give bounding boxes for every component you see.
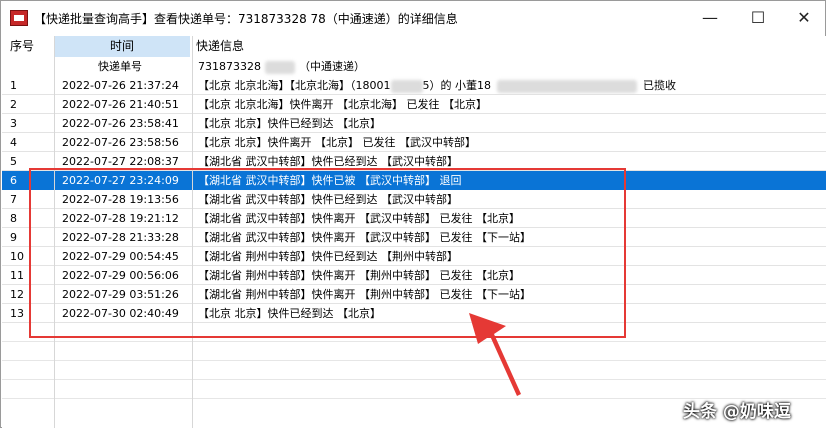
row-time: 2022-07-28 19:21:12	[62, 212, 179, 225]
row-info: 【湖北省 荆州中转部】快件离开 【荆州中转部】 已发往 【北京】	[198, 269, 520, 282]
row-number: 4	[10, 136, 17, 149]
redacted-mark	[390, 79, 423, 93]
row-info-part: 5）的 小董18	[422, 79, 492, 92]
column-divider	[192, 36, 193, 428]
row-time: 2022-07-29 03:51:26	[62, 288, 179, 301]
table-row[interactable]: 9 2022-07-28 21:33:28 【湖北省 武汉中转部】快件离开 【武汉中…	[2, 228, 826, 247]
row-number: 8	[10, 212, 17, 225]
row-info: 【北京 北京】快件离开 【北京】 已发往 【武汉中转部】	[198, 136, 476, 149]
table-row[interactable]: 13 2022-07-30 02:40:49 【北京 北京】快件已经到达 【北京】	[2, 304, 826, 323]
tracking-table[interactable]: 序号 时间 快递信息 快递单号 731873328 （中通速递） 1 2022-07…	[2, 36, 826, 428]
row-time: 2022-07-26 23:58:56	[62, 136, 179, 149]
row-info: 【湖北省 荆州中转部】快件已经到达 【荆州中转部】	[198, 250, 458, 263]
row-number: 3	[10, 117, 17, 130]
row-time: 2022-07-27 22:08:37	[62, 155, 179, 168]
row-time: 2022-07-28 19:13:56	[62, 193, 179, 206]
table-row[interactable]: 10 2022-07-29 00:54:45 【湖北省 荆州中转部】快件已经到达 【…	[2, 247, 826, 266]
tracking-number-label: 快递单号	[98, 60, 142, 73]
row-info: 【北京 北京北海】【北京北海】（18001 5）的 小董18 已揽收	[198, 76, 818, 95]
table-row[interactable]: 7 2022-07-28 19:13:56 【湖北省 武汉中转部】快件已经到达 【武…	[2, 190, 826, 209]
table-row[interactable]: 8 2022-07-28 19:21:12 【湖北省 武汉中转部】快件离开 【武汉中…	[2, 209, 826, 228]
row-info-part: 已揽收	[643, 79, 676, 92]
empty-row	[2, 323, 826, 342]
tracking-number-value: 731873328 （中通速递）	[198, 57, 598, 76]
row-number: 11	[10, 269, 24, 282]
table-row[interactable]: 3 2022-07-26 23:58:41 【北京 北京】快件已经到达 【北京】	[2, 114, 826, 133]
main-window: 【快递批量查询高手】查看快递单号：731873328 78（中通速递）的详细信息…	[0, 0, 826, 428]
column-divider	[54, 36, 55, 428]
close-button[interactable]: ✕	[781, 1, 827, 33]
redacted-mark	[497, 79, 637, 93]
row-time: 2022-07-26 21:37:24	[62, 79, 179, 92]
row-info: 【湖北省 武汉中转部】快件离开 【武汉中转部】 已发往 【下一站】	[198, 231, 531, 244]
row-info: 【湖北省 武汉中转部】快件离开 【武汉中转部】 已发往 【北京】	[198, 212, 520, 225]
row-time: 2022-07-28 21:33:28	[62, 231, 179, 244]
row-time: 2022-07-26 23:58:41	[62, 117, 179, 130]
watermark-text: 头条 @奶味逗	[683, 402, 791, 422]
empty-row	[2, 342, 826, 361]
column-header-time[interactable]: 时间	[54, 36, 190, 57]
redacted-mark	[265, 60, 295, 74]
row-info: 【北京 北京北海】快件离开 【北京北海】 已发往 【北京】	[198, 98, 487, 111]
column-header-no[interactable]: 序号	[10, 36, 54, 57]
title-bar[interactable]: 【快递批量查询高手】查看快递单号：731873328 78（中通速递）的详细信息…	[1, 1, 825, 35]
row-number: 6	[10, 174, 17, 187]
row-info: 【湖北省 武汉中转部】快件已经到达 【武汉中转部】	[198, 193, 458, 206]
row-number: 10	[10, 250, 24, 263]
table-row[interactable]: 4 2022-07-26 23:58:56 【北京 北京】快件离开 【北京】 已发往…	[2, 133, 826, 152]
row-number: 1	[10, 79, 17, 92]
column-header-info[interactable]: 快递信息	[196, 36, 396, 57]
row-number: 5	[10, 155, 17, 168]
row-number: 13	[10, 307, 24, 320]
row-info: 【湖北省 武汉中转部】快件已被 【武汉中转部】 退回	[198, 174, 462, 187]
table-row[interactable]: 2 2022-07-26 21:40:51 【北京 北京北海】快件离开 【北京北海】…	[2, 95, 826, 114]
window-title: 【快递批量查询高手】查看快递单号：731873328 78（中通速递）的详细信息	[34, 11, 458, 26]
row-number: 2	[10, 98, 17, 111]
table-row[interactable]: 6 2022-07-27 23:24:09 【湖北省 武汉中转部】快件已被 【武汉中…	[2, 171, 826, 190]
app-icon	[10, 10, 28, 26]
table-row[interactable]: 1 2022-07-26 21:37:24 【北京 北京北海】【北京北海】（1800…	[2, 76, 826, 95]
row-time: 2022-07-29 00:54:45	[62, 250, 179, 263]
table-row[interactable]: 11 2022-07-29 00:56:06 【湖北省 荆州中转部】快件离开 【荆州…	[2, 266, 826, 285]
row-number: 7	[10, 193, 17, 206]
row-info: 【湖北省 武汉中转部】快件已经到达 【武汉中转部】	[198, 155, 458, 168]
empty-row	[2, 361, 826, 380]
row-number: 12	[10, 288, 24, 301]
row-time: 2022-07-30 02:40:49	[62, 307, 179, 320]
row-info-part: 【北京 北京北海】【北京北海】（18001	[198, 79, 391, 92]
row-time: 2022-07-26 21:40:51	[62, 98, 179, 111]
row-time: 2022-07-29 00:56:06	[62, 269, 179, 282]
tracking-number: 731873328	[198, 60, 261, 73]
row-number: 9	[10, 231, 17, 244]
maximize-button[interactable]: ☐	[735, 1, 781, 33]
minimize-button[interactable]: —	[687, 1, 733, 33]
row-info: 【北京 北京】快件已经到达 【北京】	[198, 307, 381, 320]
row-time: 2022-07-27 23:24:09	[62, 174, 179, 187]
table-row[interactable]: 12 2022-07-29 03:51:26 【湖北省 荆州中转部】快件离开 【荆州…	[2, 285, 826, 304]
table-row[interactable]: 5 2022-07-27 22:08:37 【湖北省 武汉中转部】快件已经到达 【武…	[2, 152, 826, 171]
courier-name: （中通速递）	[299, 60, 365, 73]
row-info: 【湖北省 荆州中转部】快件离开 【荆州中转部】 已发往 【下一站】	[198, 288, 531, 301]
row-info: 【北京 北京】快件已经到达 【北京】	[198, 117, 381, 130]
